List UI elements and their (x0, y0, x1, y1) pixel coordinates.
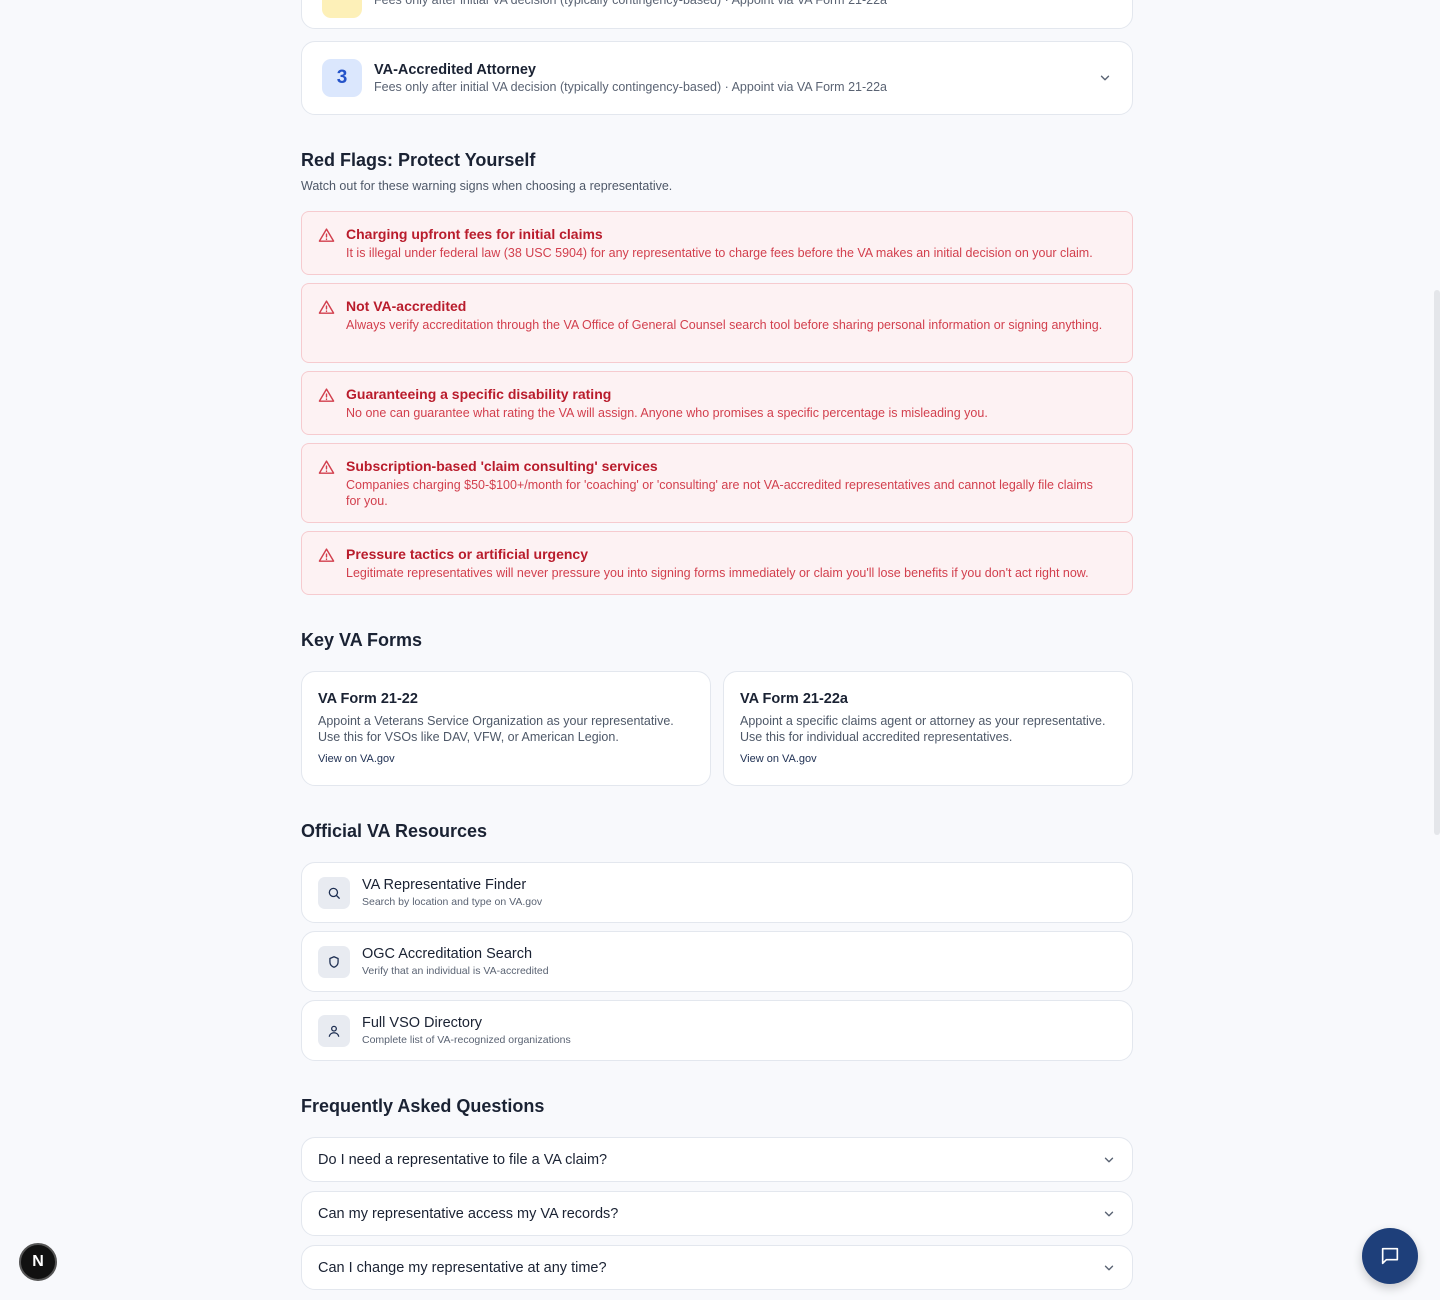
resource-full-vso-directory[interactable]: Full VSO Directory Complete list of VA-r… (301, 1000, 1133, 1061)
red-flag-item: Not VA-accredited Always verify accredit… (301, 283, 1133, 363)
resource-ogc-accreditation-search[interactable]: OGC Accreditation Search Verify that an … (301, 931, 1133, 992)
warning-triangle-icon (318, 228, 335, 242)
red-flag-title: Charging upfront fees for initial claims (346, 226, 603, 242)
resource-subtitle: Search by location and type on VA.gov (362, 896, 543, 908)
chevron-down-icon (1104, 1157, 1114, 1162)
warning-triangle-icon (318, 388, 335, 402)
search-icon (318, 876, 350, 909)
page-scrollbar[interactable] (1434, 290, 1440, 835)
option-number-badge: 3 (322, 59, 362, 97)
option-text: VA-Accredited Attorney Fees only after i… (374, 61, 1098, 96)
dev-tools-badge[interactable]: N (19, 1243, 57, 1281)
red-flag-description: Legitimate representatives will never pr… (346, 566, 1089, 580)
option-subtitle: Fees only after initial VA decision (typ… (374, 79, 887, 94)
red-flag-description: Always verify accreditation through the … (346, 318, 1103, 332)
red-flag-item: Subscription-based 'claim consulting' se… (301, 443, 1133, 523)
warning-triangle-icon (318, 548, 335, 562)
chevron-down-icon (1104, 1265, 1114, 1270)
chevron-down-icon (1104, 1211, 1114, 1216)
faq-item[interactable]: Can my representative access my VA recor… (301, 1191, 1133, 1236)
dev-badge-letter: N (32, 1253, 44, 1270)
main-content: Fees only after initial VA decision (typ… (301, 0, 1133, 1300)
chat-bubble-icon (1381, 1247, 1399, 1265)
option-card-claims-agent[interactable]: Fees only after initial VA decision (typ… (301, 0, 1133, 29)
resource-text: Full VSO Directory Complete list of VA-r… (362, 1014, 571, 1047)
resource-text: OGC Accreditation Search Verify that an … (362, 945, 549, 978)
resources-heading: Official VA Resources (301, 821, 488, 841)
option-subtitle: Fees only after initial VA decision (typ… (374, 0, 887, 7)
red-flag-title: Not VA-accredited (346, 298, 467, 314)
form-description: Appoint a Veterans Service Organization … (318, 714, 674, 744)
red-flag-item: Guaranteeing a specific disability ratin… (301, 371, 1133, 435)
faq-item[interactable]: Do I need a representative to file a VA … (301, 1137, 1133, 1182)
resource-representative-finder[interactable]: VA Representative Finder Search by locat… (301, 862, 1133, 923)
red-flags-heading: Red Flags: Protect Yourself (301, 150, 536, 170)
warning-triangle-icon (318, 300, 335, 314)
red-flag-item: Pressure tactics or artificial urgency L… (301, 531, 1133, 595)
option-title: VA-Accredited Attorney (374, 61, 536, 78)
resource-title: OGC Accreditation Search (362, 946, 533, 962)
form-card-21-22: VA Form 21-22 Appoint a Veterans Service… (301, 671, 711, 786)
red-flag-title: Subscription-based 'claim consulting' se… (346, 458, 658, 474)
resource-title: Full VSO Directory (362, 1015, 483, 1031)
red-flag-description: It is illegal under federal law (38 USC … (346, 246, 1093, 260)
option-card-attorney[interactable]: 3 VA-Accredited Attorney Fees only after… (301, 41, 1133, 115)
red-flag-item: Charging upfront fees for initial claims… (301, 211, 1133, 275)
red-flags-subtitle: Watch out for these warning signs when c… (301, 179, 673, 193)
shield-icon (318, 945, 350, 978)
form-title: VA Form 21-22a (740, 691, 848, 707)
view-on-va-gov-link[interactable]: View on VA.gov (318, 753, 395, 765)
chat-button[interactable] (1362, 1228, 1418, 1284)
faq-heading: Frequently Asked Questions (301, 1096, 545, 1116)
chevron-down-icon[interactable] (1098, 71, 1112, 85)
faq-question: Do I need a representative to file a VA … (318, 1151, 608, 1168)
user-icon (318, 1014, 350, 1047)
faq-item[interactable]: Can I change my representative at any ti… (301, 1245, 1133, 1290)
resource-subtitle: Verify that an individual is VA-accredit… (362, 965, 549, 977)
warning-triangle-icon (318, 460, 335, 474)
red-flag-title: Guaranteeing a specific disability ratin… (346, 386, 612, 402)
option-text: Fees only after initial VA decision (typ… (374, 0, 1112, 28)
key-forms-heading: Key VA Forms (301, 630, 423, 650)
faq-question: Can I change my representative at any ti… (318, 1259, 607, 1276)
resource-text: VA Representative Finder Search by locat… (362, 876, 542, 909)
red-flag-description: No one can guarantee what rating the VA … (346, 406, 988, 420)
red-flag-title: Pressure tactics or artificial urgency (346, 546, 588, 562)
form-title: VA Form 21-22 (318, 691, 418, 707)
resource-title: VA Representative Finder (362, 877, 527, 893)
red-flag-description: Companies charging $50-$100+/month for '… (346, 478, 1093, 508)
resource-subtitle: Complete list of VA-recognized organizat… (362, 1034, 571, 1046)
view-on-va-gov-link[interactable]: View on VA.gov (740, 753, 817, 765)
option-number-badge (322, 0, 362, 18)
faq-question: Can my representative access my VA recor… (318, 1205, 619, 1222)
form-card-21-22a: VA Form 21-22a Appoint a specific claims… (723, 671, 1133, 786)
form-description: Appoint a specific claims agent or attor… (740, 714, 1106, 744)
